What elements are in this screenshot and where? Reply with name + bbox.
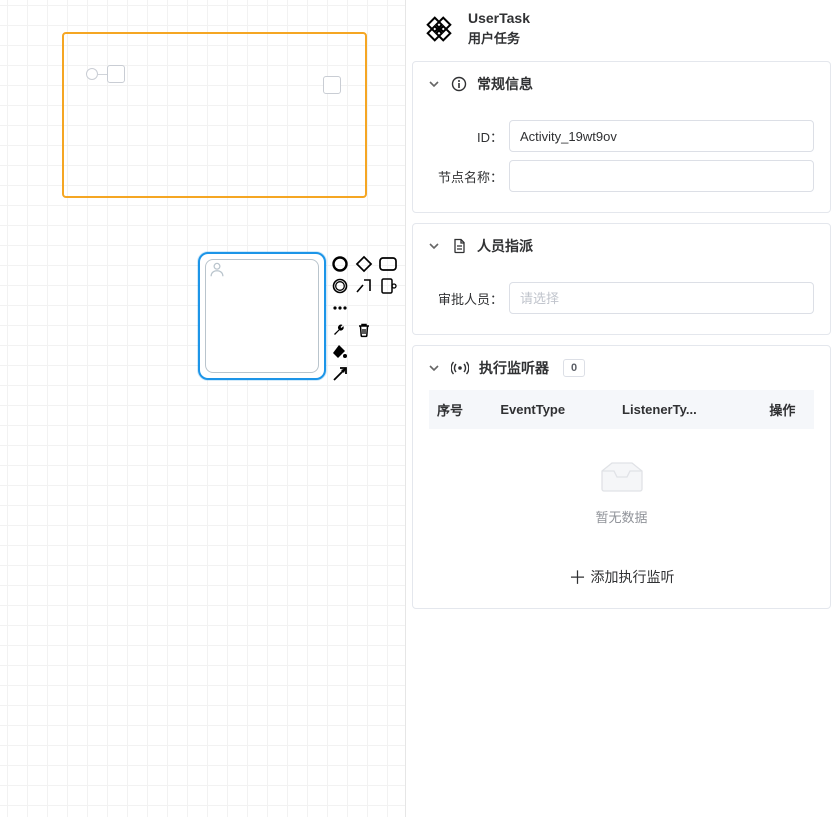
section-listener-title: 执行监听器 [479,358,549,378]
panel-header: UserTask 用户任务 [406,0,837,57]
info-icon [451,76,467,92]
listener-count-badge: 0 [563,359,585,377]
section-listener: 执行监听器 0 序号 EventType ListenerTy... 操作 [412,345,831,609]
table-empty-text: 暂无数据 [429,507,814,526]
append-intermediate-event-icon[interactable] [330,276,350,296]
context-pad [330,254,398,386]
empty-box-icon [594,457,650,497]
col-type: ListenerTy... [614,390,751,429]
add-listener-button[interactable]: ＋ 添加执行监听 [569,564,675,590]
section-assign: 人员指派 审批人员： [412,223,831,335]
col-ops: 操作 [751,390,814,429]
start-event[interactable] [86,68,98,80]
document-icon [451,238,467,254]
change-type-icon[interactable] [378,276,398,296]
task-mini[interactable] [107,65,125,83]
signal-icon [451,360,469,376]
id-input[interactable] [509,120,814,152]
wrench-icon[interactable] [330,320,350,340]
panel-title-en: UserTask [468,10,530,26]
app-root: UserTask 用户任务 常规信息 ID： 节点名称： [0,0,837,817]
chevron-down-icon [427,77,441,91]
user-icon [208,260,226,278]
context-more-icon[interactable] [330,298,350,318]
id-label: ID： [429,127,503,146]
section-general-title: 常规信息 [477,74,533,94]
bpmn-canvas[interactable] [0,0,405,817]
col-event: EventType [492,390,614,429]
append-text-annotation-icon[interactable] [354,276,374,296]
section-listener-header[interactable]: 执行监听器 0 [413,346,830,390]
col-seq: 序号 [429,390,492,429]
properties-panel: UserTask 用户任务 常规信息 ID： 节点名称： [405,0,837,817]
append-gateway-icon[interactable] [354,254,374,274]
chevron-down-icon [427,239,441,253]
append-task-icon[interactable] [378,254,398,274]
task-mini-2[interactable] [323,76,341,94]
section-assign-title: 人员指派 [477,236,533,256]
listener-table: 序号 EventType ListenerTy... 操作 [429,390,814,544]
connect-arrow-icon[interactable] [330,364,350,384]
append-end-event-icon[interactable] [330,254,350,274]
chevron-down-icon [427,361,441,375]
node-name-label: 节点名称： [429,167,503,186]
node-name-input[interactable] [509,160,814,192]
section-general-header[interactable]: 常规信息 [413,62,830,106]
user-task-type-icon [424,14,454,44]
approver-select[interactable] [509,282,814,314]
section-general: 常规信息 ID： 节点名称： [412,61,831,213]
section-assign-header[interactable]: 人员指派 [413,224,830,268]
color-fill-icon[interactable] [330,342,350,362]
participant-lane[interactable] [62,32,367,198]
user-task-selected[interactable] [198,252,326,380]
approver-label: 审批人员： [429,289,503,308]
add-listener-label: 添加执行监听 [591,567,675,587]
table-empty-state: 暂无数据 [429,429,814,544]
plus-icon: ＋ [569,564,587,590]
trash-icon[interactable] [354,320,374,340]
panel-title-zh: 用户任务 [468,28,530,47]
